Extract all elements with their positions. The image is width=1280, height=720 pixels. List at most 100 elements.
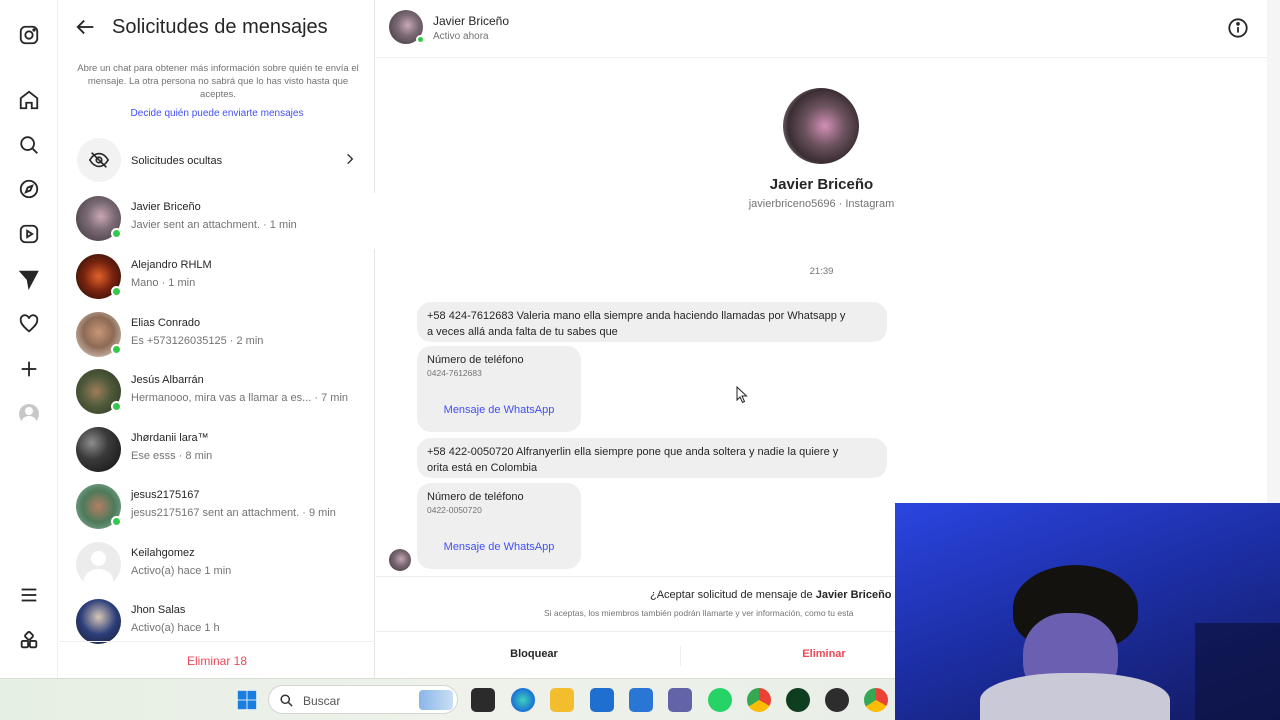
avatar (76, 542, 121, 587)
divider (680, 646, 681, 666)
app-icon[interactable] (825, 688, 849, 712)
message-text-line: +58 424-7612683 Valeria mano ella siempr… (427, 310, 846, 322)
profile-handle: javierbriceno5696 · Instagram (748, 198, 895, 210)
outlook-icon[interactable] (629, 688, 653, 712)
accept-question: ¿Aceptar solicitud de mensaje de Javier … (650, 589, 901, 601)
eye-off-icon (77, 138, 121, 182)
message-text-line: a veces allá anda falta de tu sabes que (427, 326, 618, 338)
online-indicator (111, 516, 122, 527)
taskbar: Buscar (0, 678, 895, 720)
messages-icon[interactable] (17, 267, 41, 291)
list-item[interactable]: Jhørdanii lara™ Ese esss · 8 min (59, 424, 375, 480)
explore-icon[interactable] (17, 177, 41, 201)
hidden-requests-label: Solicitudes ocultas (131, 155, 223, 167)
microsoft-store-icon[interactable] (590, 688, 614, 712)
chrome-icon[interactable] (747, 688, 771, 712)
conversation-name: Jhørdanii lara™ (131, 432, 209, 444)
conversation-name: jesus2175167 (131, 489, 200, 501)
list-item[interactable]: Jesús Albarrán Hermanooo, mira vas a lla… (59, 366, 375, 422)
file-explorer-icon[interactable] (550, 688, 574, 712)
more-apps-icon[interactable] (17, 628, 41, 652)
profile-avatar-icon[interactable] (17, 402, 41, 426)
conversation-preview: Ese esss · 8 min (131, 450, 213, 462)
info-icon[interactable] (1227, 17, 1249, 39)
whatsapp-message-link[interactable]: Mensaje de WhatsApp (417, 541, 581, 553)
upwork-icon[interactable] (786, 688, 810, 712)
conversation-name: Elias Conrado (131, 317, 201, 329)
conversation-preview: Activo(a) hace 1 h (131, 622, 220, 634)
message-bubble: +58 424-7612683 Valeria mano ella siempr… (417, 302, 887, 342)
delete-all-button[interactable]: Eliminar 18 (59, 654, 375, 668)
page-title: Solicitudes de mensajes (112, 16, 328, 38)
mouse-cursor-icon (736, 385, 748, 404)
card-title: Número de teléfono (427, 354, 524, 366)
conversation-preview: Es +573126035125 · 2 min (131, 335, 264, 347)
conversation-preview: Activo(a) hace 1 min (131, 565, 232, 577)
avatar (76, 599, 121, 644)
chat-contact-name[interactable]: Javier Briceño (433, 14, 509, 28)
conversation-preview: jesus2175167 sent an attachment. · 9 min (131, 507, 336, 519)
requests-info-text: Abre un chat para obtener más informació… (77, 63, 359, 100)
whatsapp-message-link[interactable]: Mensaje de WhatsApp (417, 404, 581, 416)
profile-avatar[interactable] (783, 88, 859, 164)
panel-footer: Eliminar 18 (59, 641, 375, 678)
list-item[interactable]: Keilahgomez Activo(a) hace 1 min (59, 539, 375, 595)
online-indicator (111, 401, 122, 412)
list-item[interactable]: jesus2175167 jesus2175167 sent an attach… (59, 481, 375, 537)
notifications-heart-icon[interactable] (17, 312, 41, 336)
message-bubble: +58 422-0050720 Alfranyerlin ella siempr… (417, 438, 887, 478)
message-text-line: +58 422-0050720 Alfranyerlin ella siempr… (427, 446, 839, 458)
accept-question-prefix: ¿Aceptar solicitud de mensaje de (650, 589, 816, 601)
hidden-requests-row[interactable]: Solicitudes ocultas (59, 138, 375, 184)
online-indicator (416, 35, 425, 44)
decide-who-can-message-link[interactable]: Decide quién puede enviarte mensajes (59, 108, 375, 119)
conversation-preview: Hermanooo, mira vas a llamar a es... · 7… (131, 392, 349, 404)
webcam-background-shape (1195, 623, 1280, 720)
conversation-preview: Javier sent an attachment. · 1 min (131, 219, 297, 231)
block-button[interactable]: Bloquear (436, 648, 632, 660)
card-phone-number: 0424-7612683 (427, 368, 482, 378)
webcam-overlay (895, 503, 1280, 720)
contact-card: Número de teléfono 0422-0050720 Mensaje … (417, 483, 581, 569)
card-phone-number: 0422-0050720 (427, 505, 482, 515)
search-icon[interactable] (17, 133, 41, 157)
create-plus-icon[interactable] (17, 357, 41, 381)
panel-header: Solicitudes de mensajes (59, 0, 375, 56)
taskbar-search[interactable]: Buscar (268, 685, 458, 714)
home-icon[interactable] (17, 88, 41, 112)
sender-avatar (389, 549, 411, 571)
list-item[interactable]: Elias Conrado Es +573126035125 · 2 min (59, 309, 375, 365)
conversation-name: Jesús Albarrán (131, 374, 204, 386)
terminal-icon[interactable] (471, 688, 495, 712)
menu-icon[interactable] (17, 583, 41, 607)
teams-icon[interactable] (668, 688, 692, 712)
conversation-preview: Mano · 1 min (131, 277, 196, 289)
instagram-logo-icon[interactable] (17, 23, 41, 47)
chat-contact-status: Activo ahora (433, 31, 489, 42)
conversation-name: Javier Briceño (131, 201, 201, 213)
list-item[interactable]: Javier Briceño Javier sent an attachment… (59, 193, 375, 249)
conversation-name: Keilahgomez (131, 547, 195, 559)
accept-note: Si aceptas, los miembros también podrán … (544, 608, 854, 618)
profile-name: Javier Briceño (769, 176, 874, 193)
windows-start-icon[interactable] (235, 688, 259, 712)
delete-button[interactable]: Eliminar (728, 648, 920, 660)
conversation-name: Alejandro RHLM (131, 259, 212, 271)
search-highlight-icon (419, 690, 453, 710)
chevron-right-icon (343, 152, 357, 166)
reels-icon[interactable] (17, 222, 41, 246)
conversation-name: Jhon Salas (131, 604, 186, 616)
back-arrow-icon[interactable] (75, 16, 97, 38)
message-requests-panel: Solicitudes de mensajes Abre un chat par… (59, 0, 375, 678)
online-indicator (111, 286, 122, 297)
edge-browser-icon[interactable] (511, 688, 535, 712)
online-indicator (111, 344, 122, 355)
message-timestamp: 21:39 (809, 266, 834, 277)
chrome-profile-icon[interactable] (864, 688, 888, 712)
online-indicator (111, 228, 122, 239)
search-icon (280, 694, 293, 707)
contact-card: Número de teléfono 0424-7612683 Mensaje … (417, 346, 581, 432)
accept-question-name: Javier Briceño (815, 589, 892, 601)
whatsapp-icon[interactable] (708, 688, 732, 712)
list-item[interactable]: Alejandro RHLM Mano · 1 min (59, 251, 375, 307)
